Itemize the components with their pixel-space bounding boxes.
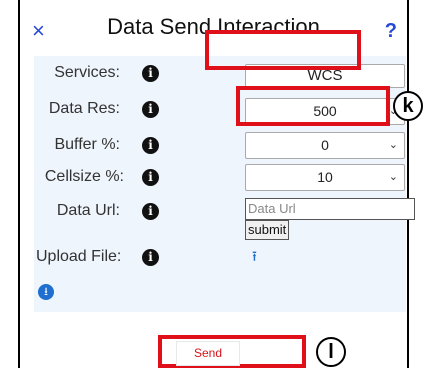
send-label: Send (176, 341, 240, 366)
upload-icon[interactable]: ⭱ (252, 248, 257, 264)
info-icon[interactable]: i (142, 249, 159, 266)
help-icon[interactable]: ? (385, 20, 397, 42)
chevron-down-icon: ⌄ (388, 171, 398, 183)
submit-button[interactable]: submit (245, 220, 290, 240)
info-icon[interactable]: i (142, 101, 159, 118)
buffer-label: Buffer %: (54, 136, 120, 153)
annotation-badge-l: l (316, 337, 346, 367)
data-url-input[interactable]: Data Url (245, 198, 415, 220)
info-icon[interactable]: i (142, 203, 159, 220)
services-label: Services: (54, 64, 120, 81)
info-icon[interactable]: i (142, 65, 159, 82)
services-highlight (205, 30, 361, 70)
upload-file-label: Upload File: (36, 248, 122, 265)
send-button[interactable]: Send (158, 335, 306, 368)
cellsize-value: 10 (317, 169, 333, 185)
data-url-label: Data Url: (56, 202, 120, 219)
download-icon[interactable]: ⭳ (38, 284, 54, 300)
chevron-down-icon: ⌄ (388, 139, 398, 151)
info-icon[interactable]: i (142, 169, 159, 186)
data-send-dialog: × Data Send Interaction ? Services: i WC… (18, 0, 415, 368)
services-highlight-box (236, 86, 390, 126)
cellsize-label: Cellsize %: (44, 168, 124, 185)
buffer-value: 0 (321, 137, 329, 153)
info-icon[interactable]: i (142, 137, 159, 154)
annotation-badge-k: k (393, 91, 423, 121)
cellsize-select[interactable]: 10 ⌄ (245, 164, 405, 191)
data-res-label: Data Res: (48, 100, 120, 117)
buffer-select[interactable]: 0 ⌄ (245, 132, 405, 159)
